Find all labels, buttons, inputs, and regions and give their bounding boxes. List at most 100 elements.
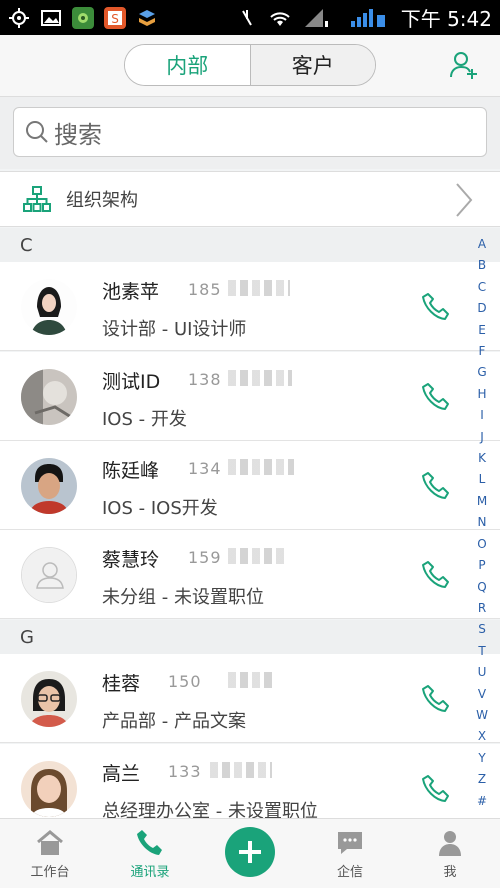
alphabet-letter[interactable]: D: [477, 298, 486, 319]
chat-icon: [338, 832, 362, 854]
phone-icon: [137, 830, 162, 855]
contact-name: 陈廷峰: [102, 460, 160, 482]
alphabet-letter[interactable]: E: [478, 320, 486, 341]
phone-redaction: [228, 548, 286, 564]
search-placeholder: 搜索: [54, 120, 102, 149]
alphabet-index[interactable]: A B C D E F G H I J K L M N O P Q R S T U V W X Y Z #: [475, 234, 489, 812]
contact-row[interactable]: 测试ID 138 IOS - 开发: [0, 352, 500, 441]
org-label: 组织架构: [66, 190, 138, 211]
alphabet-letter[interactable]: R: [478, 598, 486, 619]
tab-messages[interactable]: 企信: [300, 819, 400, 888]
contact-row[interactable]: 桂蓉 150 产品部 - 产品文案: [0, 654, 500, 743]
contact-phone: 133: [168, 762, 202, 781]
alphabet-letter[interactable]: Q: [477, 577, 486, 598]
alphabet-letter[interactable]: #: [477, 791, 487, 812]
status-bar: S 下午 5:42: [0, 0, 500, 35]
image-icon: [41, 9, 61, 26]
phone-icon[interactable]: [420, 683, 452, 715]
phone-icon[interactable]: [420, 291, 452, 323]
home-icon: [37, 830, 63, 855]
alphabet-letter[interactable]: H: [477, 384, 486, 405]
svg-text:S: S: [111, 12, 119, 26]
avatar: [21, 279, 77, 335]
flower-app-icon: [72, 6, 94, 29]
segment-control: 内部 客户: [124, 44, 376, 86]
contact-phone: 134: [188, 459, 222, 478]
alphabet-letter[interactable]: U: [478, 662, 487, 683]
phone-icon[interactable]: [420, 559, 452, 591]
org-chart-icon: [23, 186, 51, 212]
contact-dept: IOS - IOS开发: [102, 498, 218, 519]
tab-customer[interactable]: 客户: [249, 45, 375, 85]
alphabet-letter[interactable]: J: [480, 427, 484, 448]
tab-me[interactable]: 我: [400, 819, 500, 888]
section-header-c: C: [0, 228, 500, 262]
avatar: [21, 458, 77, 514]
wifi-icon: [270, 11, 290, 26]
contact-dept: 设计部 - UI设计师: [102, 319, 247, 340]
person-icon: [439, 831, 461, 856]
avatar: [21, 547, 77, 603]
alphabet-letter[interactable]: A: [478, 234, 486, 255]
tab-label: 通讯录: [130, 865, 170, 880]
phone-icon[interactable]: [420, 773, 452, 805]
status-time: 下午 5:42: [400, 7, 492, 31]
alphabet-letter[interactable]: G: [477, 362, 486, 383]
contact-name: 测试ID: [102, 371, 161, 393]
alphabet-letter[interactable]: L: [479, 469, 486, 490]
tab-internal[interactable]: 内部: [125, 45, 250, 85]
contact-dept: IOS - 开发: [102, 409, 187, 430]
org-structure-row[interactable]: 组织架构: [0, 171, 500, 227]
contact-phone: 159: [188, 548, 222, 567]
search-bar: 搜索: [0, 97, 500, 169]
avatar: [21, 369, 77, 425]
alphabet-letter[interactable]: V: [478, 684, 486, 705]
contact-name: 蔡慧玲: [102, 549, 160, 571]
phone-redaction: [210, 762, 272, 778]
alphabet-letter[interactable]: P: [478, 555, 485, 576]
contact-row[interactable]: 陈廷峰 134 IOS - IOS开发: [0, 441, 500, 530]
bottom-tab-bar: 工作台 通讯录 企信 我: [0, 818, 500, 888]
signal2-icon: [350, 8, 385, 27]
contact-phone: 150: [168, 672, 202, 691]
top-header: 内部 客户: [0, 35, 500, 97]
contact-row[interactable]: 蔡慧玲 159 未分组 - 未设置职位: [0, 530, 500, 619]
phone-redaction: [228, 459, 294, 475]
contact-row[interactable]: 高兰 133 总经理办公室 - 未设置职位: [0, 744, 500, 822]
avatar: [21, 671, 77, 727]
alphabet-letter[interactable]: W: [476, 705, 488, 726]
phone-icon[interactable]: [420, 381, 452, 413]
alphabet-letter[interactable]: C: [478, 277, 486, 298]
contact-name: 高兰: [102, 763, 141, 785]
alphabet-letter[interactable]: M: [477, 491, 487, 512]
alphabet-letter[interactable]: O: [477, 534, 486, 555]
alphabet-letter[interactable]: Z: [478, 769, 486, 790]
section-header-g: G: [0, 620, 500, 654]
alphabet-letter[interactable]: S: [478, 619, 486, 640]
phone-redaction: [228, 280, 290, 296]
alphabet-letter[interactable]: N: [478, 512, 487, 533]
contact-name: 桂蓉: [102, 673, 141, 695]
search-input[interactable]: 搜索: [13, 107, 487, 157]
phone-redaction: [228, 672, 272, 688]
tab-label: 工作台: [30, 865, 70, 880]
alphabet-letter[interactable]: F: [479, 341, 486, 362]
search-icon: [26, 121, 48, 143]
alphabet-letter[interactable]: T: [478, 641, 485, 662]
alphabet-letter[interactable]: Y: [478, 748, 485, 769]
alphabet-letter[interactable]: I: [480, 405, 484, 426]
contact-row[interactable]: 池素苹 185 设计部 - UI设计师: [0, 262, 500, 351]
tab-workbench[interactable]: 工作台: [0, 819, 100, 888]
tab-contacts[interactable]: 通讯录: [100, 819, 200, 888]
tab-add[interactable]: [200, 819, 300, 888]
alphabet-letter[interactable]: K: [478, 448, 486, 469]
tab-label: 我: [443, 865, 457, 880]
contact-dept: 未分组 - 未设置职位: [102, 587, 264, 608]
s-app-icon: S: [104, 6, 126, 29]
add-user-icon[interactable]: [448, 49, 480, 81]
contact-dept: 产品部 - 产品文案: [102, 711, 246, 732]
alphabet-letter[interactable]: X: [478, 726, 486, 747]
phone-icon[interactable]: [420, 470, 452, 502]
alphabet-letter[interactable]: B: [478, 255, 486, 276]
plus-icon: [225, 827, 275, 877]
